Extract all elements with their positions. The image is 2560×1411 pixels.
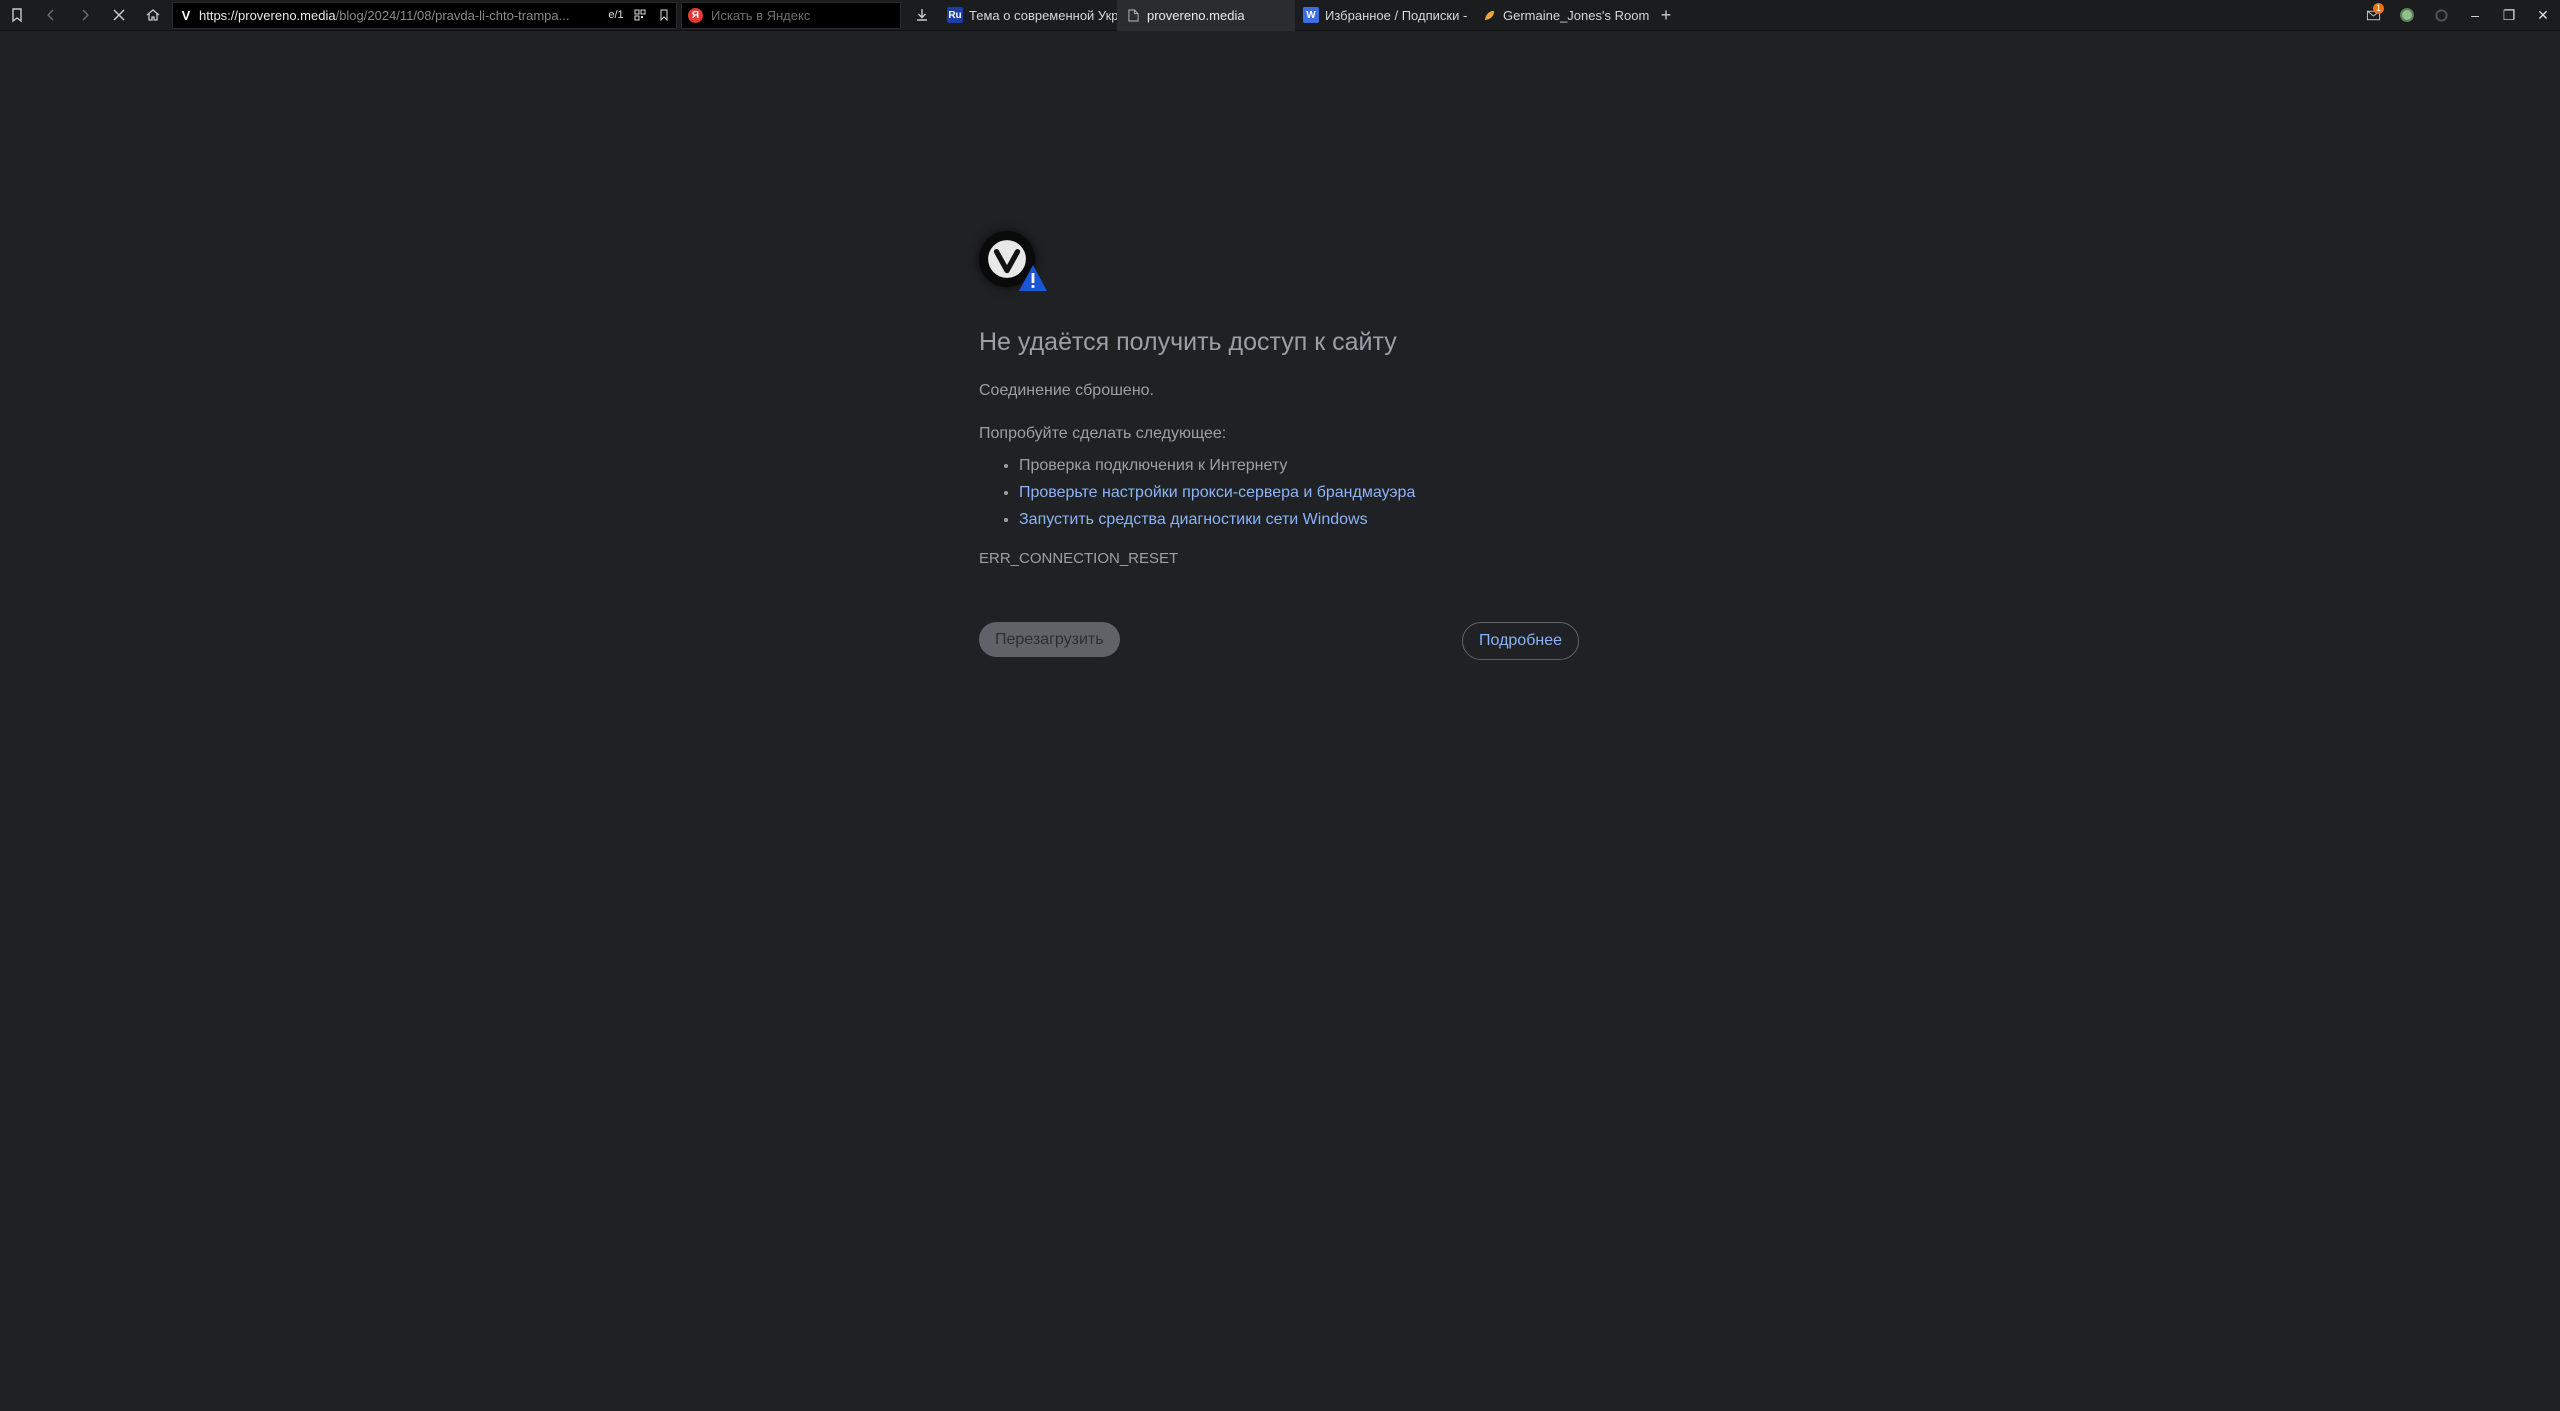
proxy-firewall-link[interactable]: Проверьте настройки прокси-сервера и бра… xyxy=(1019,484,1415,501)
mail-icon[interactable]: 1 xyxy=(2356,0,2390,31)
tab-provereno[interactable]: provereno.media xyxy=(1117,0,1295,31)
tab-label: provereno.media xyxy=(1147,7,1245,23)
sync-status-icon[interactable] xyxy=(2390,0,2424,31)
search-field[interactable]: Я Искать в Яндекс xyxy=(681,1,901,29)
tab-label: Избранное / Подписки - xyxy=(1325,7,1468,23)
mail-badge: 1 xyxy=(2373,2,2384,14)
site-info-icon[interactable]: V xyxy=(173,2,199,28)
tab-favorites[interactable]: W Избранное / Подписки - xyxy=(1295,0,1473,31)
tab-label: Germaine_Jones's Room @ xyxy=(1503,7,1651,23)
error-code: ERR_CONNECTION_RESET xyxy=(979,550,1179,567)
error-page: Не удаётся получить доступ к сайту Соеди… xyxy=(979,226,1579,660)
suggestion-network-diagnostics: Запустить средства диагностики сети Wind… xyxy=(1019,506,1579,533)
tab-ukraine-topic[interactable]: Ru Тема о современной Укр xyxy=(939,0,1117,31)
url-host: https://provereno.media xyxy=(199,7,336,23)
error-title: Не удаётся получить доступ к сайту xyxy=(979,328,1397,356)
new-tab-button[interactable]: + xyxy=(1651,0,1681,31)
home-button[interactable] xyxy=(136,0,170,31)
reload-button[interactable]: Перезагрузить xyxy=(979,622,1120,657)
leaf-icon xyxy=(1481,7,1497,23)
w-favicon-icon: W xyxy=(1303,7,1319,23)
downloads-button[interactable] xyxy=(905,0,939,31)
minimize-button[interactable]: – xyxy=(2458,0,2492,31)
tab-germaine-room[interactable]: Germaine_Jones's Room @ xyxy=(1473,0,1651,31)
suggestions-list: Проверка подключения к Интернету Проверь… xyxy=(979,452,1579,533)
url-path: /blog/2024/11/08/pravda-li-chto-trampa..… xyxy=(335,7,570,23)
search-placeholder: Искать в Яндекс xyxy=(711,7,811,23)
tab-label: Тема о современной Укр xyxy=(969,7,1117,23)
details-button[interactable]: Подробнее xyxy=(1462,622,1579,660)
suggestion-proxy-firewall: Проверьте настройки прокси-сервера и бра… xyxy=(1019,479,1579,506)
doc-icon xyxy=(1125,7,1141,23)
reader-badge[interactable]: e/1 xyxy=(604,2,628,28)
browser-toolbar: V https://provereno.media/blog/2024/11/0… xyxy=(0,0,2560,31)
address-bar[interactable]: V https://provereno.media/blog/2024/11/0… xyxy=(172,1,677,29)
suggestion-text: Проверка подключения к Интернету xyxy=(1019,457,1288,474)
network-diagnostics-link[interactable]: Запустить средства диагностики сети Wind… xyxy=(1019,511,1368,528)
extensions-icon[interactable] xyxy=(2424,0,2458,31)
close-window-button[interactable]: ✕ xyxy=(2526,0,2560,31)
suggestion-check-connection: Проверка подключения к Интернету xyxy=(1019,452,1579,479)
yandex-icon: Я xyxy=(688,7,703,23)
restore-button[interactable]: ❐ xyxy=(2492,0,2526,31)
vivaldi-error-icon xyxy=(979,226,1051,292)
ru-favicon-icon: Ru xyxy=(947,7,963,23)
panel-toggle-icon[interactable] xyxy=(0,0,34,31)
back-button[interactable] xyxy=(34,0,68,31)
suggestions-heading: Попробуйте сделать следующее: xyxy=(979,425,1227,442)
bookmark-icon[interactable] xyxy=(652,2,676,28)
error-subtitle: Соединение сброшено. xyxy=(979,382,1154,399)
forward-button[interactable] xyxy=(68,0,102,31)
stop-loading-button[interactable] xyxy=(102,0,136,31)
warning-triangle-icon xyxy=(1019,265,1047,291)
qr-code-icon[interactable] xyxy=(628,2,652,28)
button-row: Перезагрузить Подробнее xyxy=(979,622,1579,660)
address-url[interactable]: https://provereno.media/blog/2024/11/08/… xyxy=(199,8,599,23)
